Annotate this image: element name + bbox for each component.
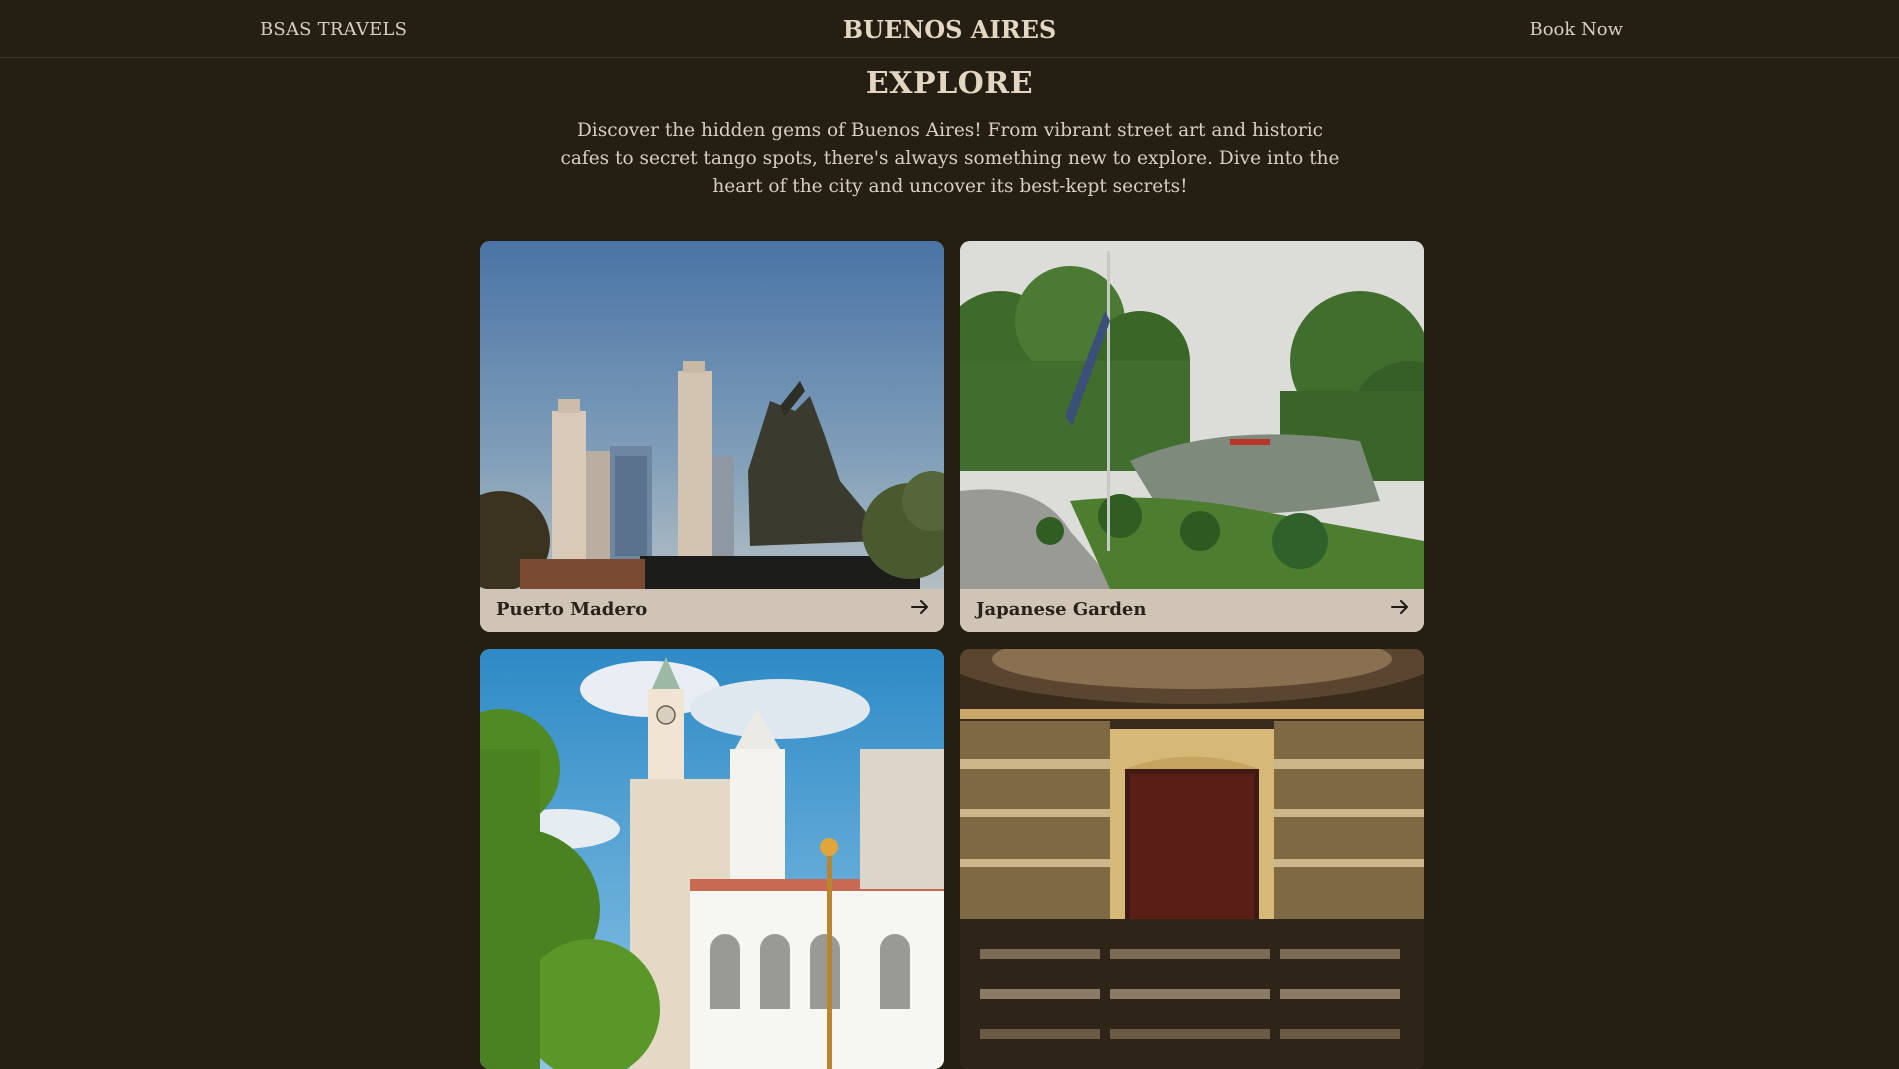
japanese-garden-photo xyxy=(960,241,1424,589)
card-cabildo[interactable] xyxy=(480,649,944,1069)
arrow-right-icon xyxy=(911,600,928,614)
el-ateneo-photo xyxy=(960,649,1424,1069)
cabildo-photo xyxy=(480,649,944,1069)
explore-heading: EXPLORE xyxy=(865,66,1034,101)
card-el-ateneo[interactable] xyxy=(960,649,1424,1069)
puerto-madero-photo xyxy=(480,241,944,589)
card-title: Japanese Garden xyxy=(976,599,1147,620)
card-puerto-madero[interactable]: Puerto Madero xyxy=(480,241,944,632)
top-navigation-bar: BSAS TRAVELS BUENOS AIRES Book Now xyxy=(0,0,1899,58)
book-now-link[interactable]: Book Now xyxy=(1529,19,1623,40)
explore-intro-text: Discover the hidden gems of Buenos Aires… xyxy=(560,120,1340,197)
arrow-right-icon xyxy=(1391,600,1408,614)
card-japanese-garden[interactable]: Japanese Garden xyxy=(960,241,1424,632)
card-title: Puerto Madero xyxy=(496,599,648,620)
